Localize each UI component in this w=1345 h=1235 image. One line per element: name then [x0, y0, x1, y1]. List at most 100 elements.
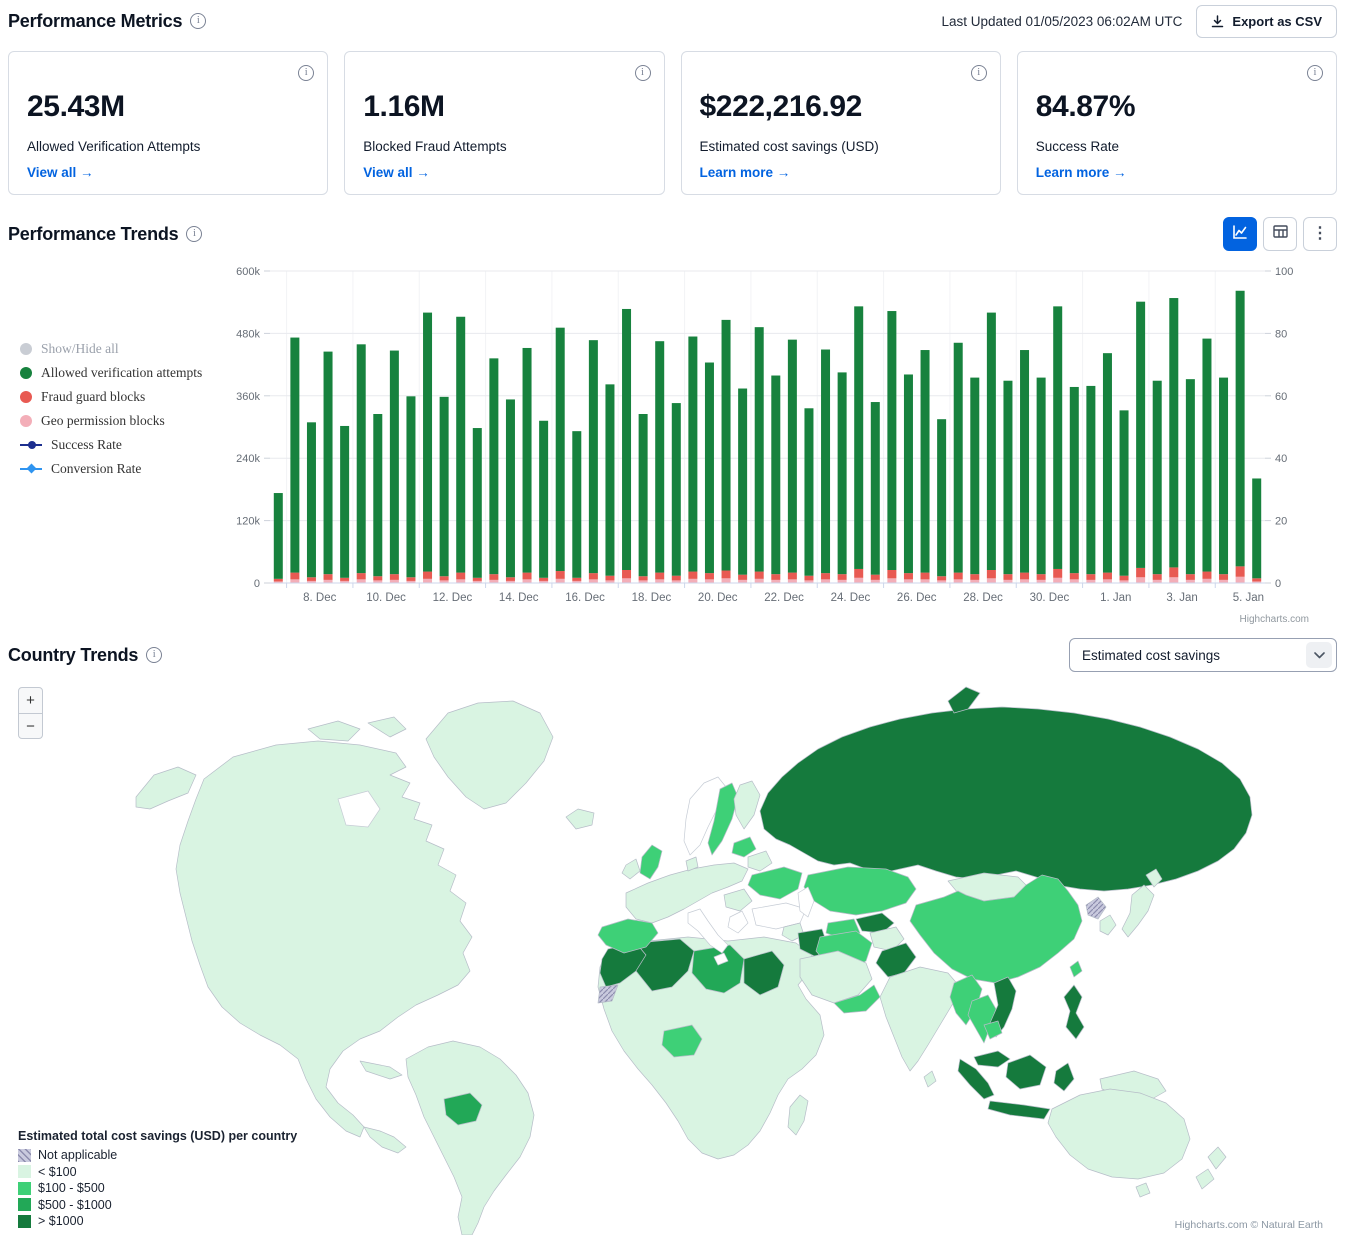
- legend-item-geo-blocks[interactable]: Geo permission blocks: [20, 409, 202, 433]
- bar-allowed-attempts[interactable]: [1053, 306, 1062, 569]
- bar-fraud-blocks[interactable]: [1020, 573, 1029, 580]
- bar-fraud-blocks[interactable]: [307, 577, 316, 581]
- bar-geo-blocks[interactable]: [854, 578, 863, 583]
- bar-allowed-attempts[interactable]: [605, 384, 614, 575]
- bar-allowed-attempts[interactable]: [539, 421, 548, 578]
- map-region-greenland[interactable]: [426, 701, 553, 809]
- legend-item-show-hide-all[interactable]: Show/Hide all: [20, 337, 202, 361]
- bar-fraud-blocks[interactable]: [556, 571, 565, 579]
- bar-geo-blocks[interactable]: [755, 579, 764, 583]
- bar-geo-blocks[interactable]: [1103, 579, 1112, 583]
- view-all-link[interactable]: View all →: [27, 165, 309, 180]
- map-region-india[interactable]: [880, 967, 960, 1071]
- bar-allowed-attempts[interactable]: [970, 378, 979, 575]
- map-region-balkans[interactable]: [724, 889, 752, 911]
- bar-allowed-attempts[interactable]: [904, 374, 913, 573]
- bar-fraud-blocks[interactable]: [390, 574, 399, 580]
- bar-fraud-blocks[interactable]: [1053, 569, 1062, 578]
- bar-allowed-attempts[interactable]: [456, 317, 465, 573]
- bar-allowed-attempts[interactable]: [1219, 378, 1228, 575]
- map-region-ireland[interactable]: [622, 859, 640, 879]
- bar-geo-blocks[interactable]: [821, 579, 830, 583]
- info-icon[interactable]: [635, 65, 651, 81]
- map-region-russia[interactable]: [760, 707, 1252, 891]
- bar-allowed-attempts[interactable]: [655, 341, 664, 572]
- bar-fraud-blocks[interactable]: [804, 576, 813, 581]
- bar-geo-blocks[interactable]: [1202, 579, 1211, 583]
- map-region-japan[interactable]: [1122, 885, 1154, 937]
- bar-fraud-blocks[interactable]: [523, 573, 532, 580]
- more-options-button[interactable]: ⋮: [1303, 217, 1337, 251]
- bar-fraud-blocks[interactable]: [904, 573, 913, 579]
- map-region-baltics[interactable]: [732, 837, 756, 857]
- bar-allowed-attempts[interactable]: [755, 327, 764, 571]
- bar-allowed-attempts[interactable]: [987, 313, 996, 570]
- bar-allowed-attempts[interactable]: [357, 344, 366, 573]
- bar-fraud-blocks[interactable]: [987, 570, 996, 578]
- bar-geo-blocks[interactable]: [655, 579, 664, 583]
- bar-allowed-attempts[interactable]: [423, 313, 432, 572]
- bar-fraud-blocks[interactable]: [456, 573, 465, 580]
- bar-geo-blocks[interactable]: [1169, 577, 1178, 583]
- bar-allowed-attempts[interactable]: [1003, 381, 1012, 574]
- bar-allowed-attempts[interactable]: [324, 352, 333, 575]
- map-region-alaska[interactable]: [136, 767, 196, 809]
- bar-allowed-attempts[interactable]: [788, 340, 797, 573]
- info-icon[interactable]: [298, 65, 314, 81]
- map-region-australia[interactable]: [1048, 1089, 1190, 1179]
- map-region-madagascar[interactable]: [788, 1095, 808, 1135]
- legend-item-conversion-rate[interactable]: Conversion Rate: [20, 457, 202, 481]
- bar-fraud-blocks[interactable]: [954, 573, 963, 580]
- zoom-in-button[interactable]: +: [19, 688, 42, 713]
- map-region-united-kingdom[interactable]: [640, 845, 662, 879]
- learn-more-link[interactable]: Learn more →: [700, 165, 982, 180]
- bar-allowed-attempts[interactable]: [954, 343, 963, 573]
- bar-fraud-blocks[interactable]: [489, 574, 498, 580]
- map-region-sri-lanka[interactable]: [924, 1071, 936, 1087]
- bar-fraud-blocks[interactable]: [440, 576, 449, 580]
- map-region-taiwan[interactable]: [1070, 961, 1082, 977]
- bar-fraud-blocks[interactable]: [1103, 573, 1112, 580]
- bar-geo-blocks[interactable]: [1236, 577, 1245, 583]
- map-region-tasmania[interactable]: [1136, 1183, 1150, 1197]
- bar-fraud-blocks[interactable]: [887, 570, 896, 578]
- map-region-iceland[interactable]: [566, 809, 594, 829]
- bar-allowed-attempts[interactable]: [821, 350, 830, 574]
- bar-geo-blocks[interactable]: [357, 579, 366, 583]
- map-region-north-korea[interactable]: [1086, 897, 1106, 919]
- bar-allowed-attempts[interactable]: [1169, 298, 1178, 567]
- bar-geo-blocks[interactable]: [423, 579, 432, 583]
- bar-fraud-blocks[interactable]: [871, 575, 880, 580]
- bar-allowed-attempts[interactable]: [390, 351, 399, 575]
- bar-fraud-blocks[interactable]: [788, 573, 797, 580]
- bar-allowed-attempts[interactable]: [307, 422, 316, 577]
- bar-fraud-blocks[interactable]: [290, 573, 299, 580]
- bar-fraud-blocks[interactable]: [572, 578, 581, 581]
- bar-fraud-blocks[interactable]: [970, 574, 979, 580]
- bar-fraud-blocks[interactable]: [1236, 566, 1245, 576]
- bar-allowed-attempts[interactable]: [440, 397, 449, 576]
- bar-geo-blocks[interactable]: [722, 578, 731, 583]
- map-region-south-korea[interactable]: [1100, 915, 1116, 935]
- bar-fraud-blocks[interactable]: [1186, 574, 1195, 580]
- bar-fraud-blocks[interactable]: [473, 578, 482, 581]
- bar-fraud-blocks[interactable]: [622, 570, 631, 578]
- bar-fraud-blocks[interactable]: [324, 574, 333, 580]
- bar-geo-blocks[interactable]: [456, 579, 465, 583]
- map-region-arctic-islands[interactable]: [368, 717, 406, 737]
- map-region-greece[interactable]: [728, 911, 748, 933]
- bar-fraud-blocks[interactable]: [1037, 574, 1046, 580]
- bar-geo-blocks[interactable]: [1053, 578, 1062, 583]
- bar-geo-blocks[interactable]: [705, 579, 714, 583]
- bar-allowed-attempts[interactable]: [738, 389, 747, 575]
- bar-fraud-blocks[interactable]: [672, 576, 681, 581]
- bar-allowed-attempts[interactable]: [804, 408, 813, 575]
- bar-geo-blocks[interactable]: [987, 578, 996, 583]
- bar-allowed-attempts[interactable]: [1236, 291, 1245, 567]
- bar-allowed-attempts[interactable]: [1020, 350, 1029, 573]
- bar-fraud-blocks[interactable]: [838, 574, 847, 580]
- bar-allowed-attempts[interactable]: [523, 348, 532, 573]
- bar-fraud-blocks[interactable]: [854, 569, 863, 578]
- map-region-malaysia[interactable]: [974, 1051, 1010, 1067]
- bar-geo-blocks[interactable]: [290, 579, 299, 583]
